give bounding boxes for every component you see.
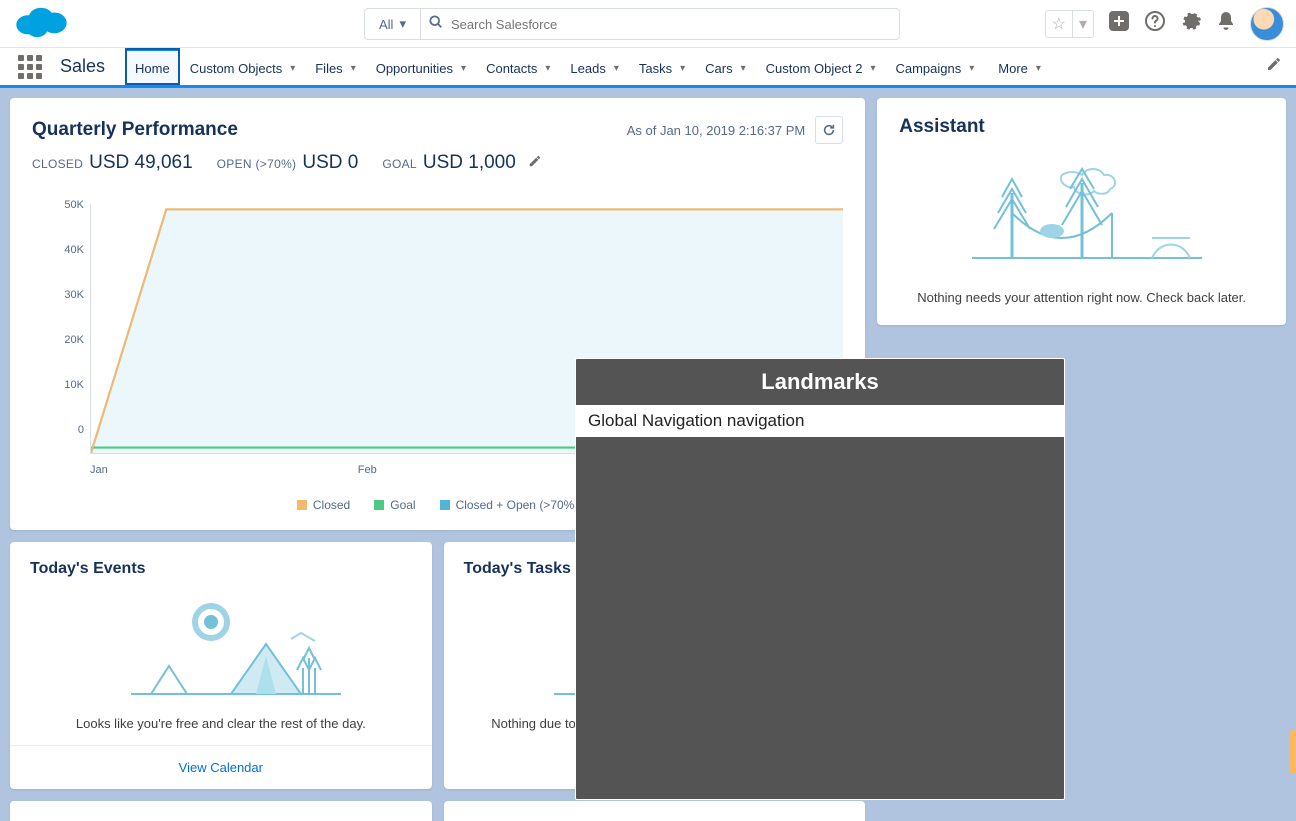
global-header: All ▾ ☆ ▾	[0, 0, 1296, 48]
tab-cars[interactable]: Cars▾	[695, 48, 755, 85]
open-label: OPEN (>70%)	[217, 157, 297, 171]
chevron-down-icon[interactable]: ▾	[680, 63, 685, 74]
assistant-title: Assistant	[899, 116, 1264, 138]
qp-title: Quarterly Performance	[32, 119, 238, 141]
open-value: USD 0	[302, 152, 358, 173]
landmarks-title: Landmarks	[576, 359, 1064, 405]
tab-campaigns[interactable]: Campaigns▾	[885, 48, 984, 85]
header-actions: ☆ ▾	[1045, 0, 1284, 48]
events-empty-text: Looks like you're free and clear the res…	[30, 716, 412, 731]
hammock-illustration-icon	[899, 148, 1264, 278]
closed-label: CLOSED	[32, 157, 83, 171]
x-tick: Feb	[358, 464, 377, 476]
camping-illustration-icon	[30, 584, 412, 704]
global-search: All ▾	[364, 8, 900, 40]
edit-goal-icon[interactable]	[528, 155, 542, 172]
chevron-down-icon[interactable]: ▾	[870, 63, 875, 74]
key-deals-card-stub	[444, 801, 866, 821]
nav-bar: Sales Home Custom Objects▾ Files▾ Opport…	[0, 48, 1296, 88]
tab-home[interactable]: Home	[125, 48, 180, 85]
x-tick: Jan	[90, 464, 108, 476]
tab-custom-objects[interactable]: Custom Objects▾	[180, 48, 306, 85]
chevron-down-icon[interactable]: ▾	[614, 63, 619, 74]
tab-contacts[interactable]: Contacts▾	[476, 48, 560, 85]
side-indicator	[1290, 730, 1296, 774]
tab-more[interactable]: More▾	[988, 48, 1051, 85]
tab-custom-object-2[interactable]: Custom Object 2▾	[756, 48, 886, 85]
landmarks-dialog: Landmarks Global Navigation navigation	[575, 358, 1065, 800]
goal-label: GOAL	[382, 157, 417, 171]
y-tick: 30K	[64, 289, 84, 301]
bell-icon[interactable]	[1216, 10, 1236, 38]
tab-leads[interactable]: Leads▾	[560, 48, 628, 85]
search-scope-dropdown[interactable]: All ▾	[364, 8, 420, 40]
assistant-card: Assistant Nothing needs your attention r…	[877, 98, 1286, 325]
chevron-down-icon[interactable]: ▾	[290, 63, 295, 74]
nav-tabs: Home Custom Objects▾ Files▾ Opportunitie…	[125, 48, 1051, 85]
help-icon[interactable]	[1144, 10, 1166, 38]
y-tick: 20K	[64, 334, 84, 346]
tab-tasks[interactable]: Tasks▾	[629, 48, 695, 85]
todays-events-card: Today's Events Looks like you're fr	[10, 542, 432, 789]
favorites-button[interactable]: ☆ ▾	[1045, 10, 1094, 38]
user-avatar[interactable]	[1250, 7, 1284, 41]
chevron-down-icon[interactable]: ▾	[545, 63, 550, 74]
search-box[interactable]	[420, 8, 900, 40]
star-icon: ☆	[1046, 14, 1072, 34]
search-icon	[429, 15, 443, 34]
closed-value: USD 49,061	[89, 152, 193, 173]
app-launcher-icon[interactable]	[14, 51, 46, 83]
landmarks-item[interactable]: Global Navigation navigation	[576, 405, 1064, 437]
chevron-down-icon[interactable]: ▾	[461, 63, 466, 74]
events-title: Today's Events	[30, 560, 412, 578]
y-tick: 50K	[64, 199, 84, 211]
search-input[interactable]	[451, 17, 891, 32]
chevron-down-icon[interactable]: ▾	[351, 63, 356, 74]
global-add-button[interactable]	[1108, 10, 1130, 38]
salesforce-logo-icon	[12, 2, 70, 45]
view-calendar-link[interactable]: View Calendar	[30, 746, 412, 789]
edit-nav-icon[interactable]	[1266, 56, 1282, 77]
chevron-down-icon[interactable]: ▾	[1036, 63, 1041, 74]
y-tick: 0	[78, 424, 84, 436]
qp-asof-text: As of Jan 10, 2019 2:16:37 PM	[627, 123, 806, 138]
caret-down-icon: ▾	[1073, 14, 1093, 34]
chevron-down-icon[interactable]: ▾	[741, 63, 746, 74]
chevron-down-icon[interactable]: ▾	[969, 63, 974, 74]
tab-opportunities[interactable]: Opportunities▾	[366, 48, 476, 85]
app-name: Sales	[60, 56, 105, 77]
refresh-button[interactable]	[815, 116, 843, 144]
assistant-empty-text: Nothing needs your attention right now. …	[899, 290, 1264, 305]
y-tick: 10K	[64, 379, 84, 391]
gear-icon[interactable]	[1180, 10, 1202, 38]
card-stub	[10, 801, 432, 821]
y-tick: 40K	[64, 244, 84, 256]
goal-value: USD 1,000	[423, 152, 516, 173]
caret-down-icon: ▾	[399, 16, 406, 32]
tab-files[interactable]: Files▾	[305, 48, 365, 85]
